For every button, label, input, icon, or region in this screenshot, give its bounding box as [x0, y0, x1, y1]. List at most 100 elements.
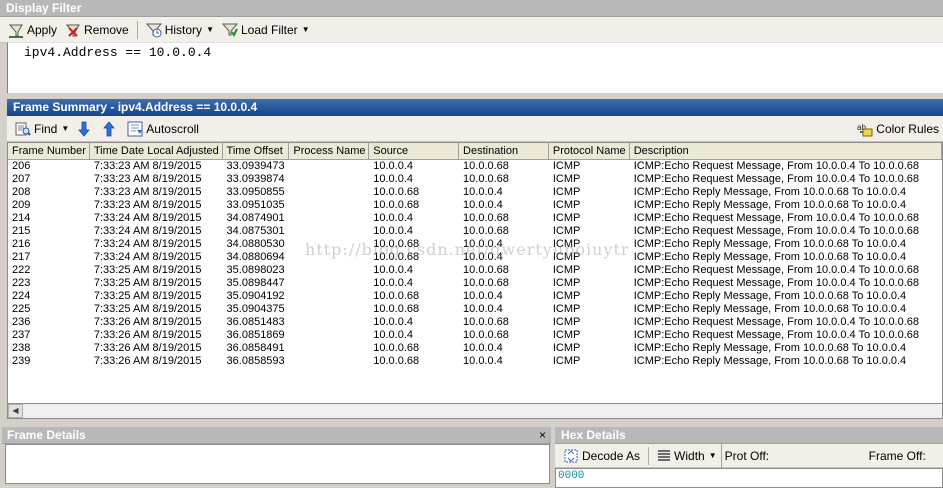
table-row[interactable]: 236 7:33:26 AM 8/19/2015 36.0851483 10.0.0.…: [8, 316, 942, 329]
column-header-frame-number[interactable]: Frame Number: [8, 143, 90, 160]
load-filter-label: Load Filter: [240, 22, 298, 37]
table-cell: 7:33:23 AM 8/19/2015: [93, 186, 202, 198]
toolbar-separator: [648, 446, 650, 465]
color-rules-label: Color Rules: [876, 121, 939, 136]
table-cell: 10.0.0.4: [373, 277, 413, 289]
table-cell: 33.0950855: [226, 186, 285, 198]
table-cell: 7:33:24 AM 8/19/2015: [93, 251, 202, 263]
table-cell: 7:33:26 AM 8/19/2015: [93, 329, 202, 341]
find-icon: [15, 122, 31, 136]
table-row[interactable]: 222 7:33:25 AM 8/19/2015 35.0898023 10.0.0.…: [8, 264, 942, 277]
prot-off-label: Prot Off:: [724, 448, 770, 463]
table-cell: ICMP:Echo Request Message, From 10.0.0.4…: [633, 225, 920, 237]
column-header-time-offset[interactable]: Time Offset: [223, 143, 290, 160]
column-header-process-name[interactable]: Process Name: [289, 143, 370, 160]
table-cell: 10.0.0.4: [373, 329, 413, 341]
column-header-time-date[interactable]: Time Date Local Adjusted: [90, 143, 223, 160]
horizontal-scrollbar[interactable]: ◀: [7, 404, 943, 419]
table-cell: 10.0.0.4: [463, 342, 503, 354]
table-cell: 34.0874901: [226, 212, 285, 224]
table-cell: ICMP:Echo Reply Message, From 10.0.0.68 …: [633, 199, 907, 211]
find-button[interactable]: Find ▼: [11, 119, 73, 139]
table-cell: 36.0851869: [226, 329, 285, 341]
history-label: History: [164, 22, 203, 37]
table-cell: 208: [12, 186, 31, 198]
column-header-protocol-name[interactable]: Protocol Name: [549, 143, 630, 160]
find-next-button[interactable]: [73, 119, 98, 139]
table-cell: 36.0858491: [226, 342, 285, 354]
table-cell: [289, 303, 369, 316]
table-cell: ICMP:Echo Request Message, From 10.0.0.4…: [633, 316, 920, 328]
frame-summary-toolbar: Find ▼ Autoscroll ab Color Rules: [7, 116, 943, 142]
table-cell: 10.0.0.68: [373, 342, 420, 354]
table-row[interactable]: 238 7:33:26 AM 8/19/2015 36.0858491 10.0.0.…: [8, 342, 942, 355]
width-icon: [658, 449, 671, 461]
table-cell: 34.0880530: [226, 238, 285, 250]
table-cell: 35.0898447: [226, 277, 285, 289]
apply-button[interactable]: Apply: [4, 20, 61, 40]
table-cell: 209: [12, 199, 31, 211]
history-button[interactable]: History ▼: [142, 20, 218, 40]
filter-expression-editor[interactable]: ipv4.Address == 10.0.0.4: [7, 42, 943, 93]
table-cell: ICMP:Echo Request Message, From 10.0.0.4…: [633, 173, 920, 185]
history-icon: [145, 23, 162, 37]
table-cell: 10.0.0.4: [463, 355, 503, 367]
table-row[interactable]: 237 7:33:26 AM 8/19/2015 36.0851869 10.0.0.…: [8, 329, 942, 342]
table-cell: 237: [12, 329, 31, 341]
column-header-source[interactable]: Source: [369, 143, 460, 160]
close-icon[interactable]: ×: [539, 427, 546, 444]
column-header-description[interactable]: Description: [630, 143, 942, 160]
table-cell: [289, 277, 369, 290]
display-filter-toolbar: Apply Remove History ▼ Load Filter ▼: [0, 17, 943, 43]
scroll-left-icon[interactable]: ◀: [8, 404, 23, 418]
apply-label: Apply: [27, 22, 58, 37]
table-row[interactable]: 206 7:33:23 AM 8/19/2015 33.0939473 10.0.0.…: [8, 160, 942, 173]
table-cell: 223: [12, 277, 31, 289]
table-cell: 215: [12, 225, 31, 237]
table-row[interactable]: 214 7:33:24 AM 8/19/2015 34.0874901 10.0.0.…: [8, 212, 942, 225]
color-rules-icon: ab: [857, 123, 873, 136]
table-cell: ICMP: [552, 290, 581, 302]
hex-offset: 0000: [558, 470, 585, 482]
find-previous-button[interactable]: [98, 119, 123, 139]
table-cell: [289, 225, 369, 238]
table-cell: 7:33:23 AM 8/19/2015: [93, 173, 202, 185]
remove-button[interactable]: Remove: [61, 20, 133, 40]
table-cell: [289, 329, 369, 342]
decode-as-button[interactable]: Decode As: [559, 446, 644, 466]
table-row[interactable]: 207 7:33:23 AM 8/19/2015 33.0939874 10.0.0.…: [8, 173, 942, 186]
column-header-destination[interactable]: Destination: [459, 143, 549, 160]
table-cell: 10.0.0.4: [463, 199, 503, 211]
table-cell: 10.0.0.68: [463, 316, 509, 328]
grid-body: 206 7:33:23 AM 8/19/2015 33.0939473 10.0.0.…: [8, 160, 942, 368]
table-cell: ICMP: [552, 316, 581, 328]
table-cell: 10.0.0.68: [463, 329, 509, 341]
hex-details-title: Hex Details: [555, 427, 943, 444]
table-cell: [289, 212, 369, 225]
table-cell: 7:33:24 AM 8/19/2015: [93, 225, 202, 237]
table-cell: ICMP:Echo Reply Message, From 10.0.0.68 …: [633, 355, 907, 367]
table-cell: 7:33:26 AM 8/19/2015: [93, 316, 202, 328]
table-cell: ICMP: [552, 225, 581, 237]
table-cell: 10.0.0.4: [373, 212, 413, 224]
frame-off-label: Frame Off:: [868, 448, 926, 463]
table-cell: 10.0.0.68: [373, 186, 420, 198]
width-button[interactable]: Width ▼: [653, 446, 721, 466]
table-cell: ICMP: [552, 199, 581, 211]
table-cell: 35.0904375: [226, 303, 285, 315]
autoscroll-button[interactable]: Autoscroll: [123, 119, 203, 139]
table-row[interactable]: 208 7:33:23 AM 8/19/2015 33.0950855 10.0.0.…: [8, 186, 942, 199]
color-rules-button[interactable]: ab Color Rules: [853, 119, 943, 139]
chevron-down-icon: ▼: [206, 25, 214, 34]
table-row[interactable]: 223 7:33:25 AM 8/19/2015 35.0898447 10.0.0.…: [8, 277, 942, 290]
load-filter-button[interactable]: Load Filter ▼: [218, 20, 314, 40]
display-filter-title: Display Filter: [0, 0, 943, 17]
table-row[interactable]: 224 7:33:25 AM 8/19/2015 35.0904192 10.0.0.…: [8, 290, 942, 303]
table-row[interactable]: 209 7:33:23 AM 8/19/2015 33.0951035 10.0.0.…: [8, 199, 942, 212]
table-cell: 217: [12, 251, 31, 263]
table-row[interactable]: 215 7:33:24 AM 8/19/2015 34.0875301 10.0.0.…: [8, 225, 942, 238]
table-cell: ICMP: [552, 303, 581, 315]
table-cell: [289, 342, 369, 355]
table-row[interactable]: 239 7:33:26 AM 8/19/2015 36.0858593 10.0.0.…: [8, 355, 942, 368]
table-row[interactable]: 225 7:33:25 AM 8/19/2015 35.0904375 10.0.0.…: [8, 303, 942, 316]
